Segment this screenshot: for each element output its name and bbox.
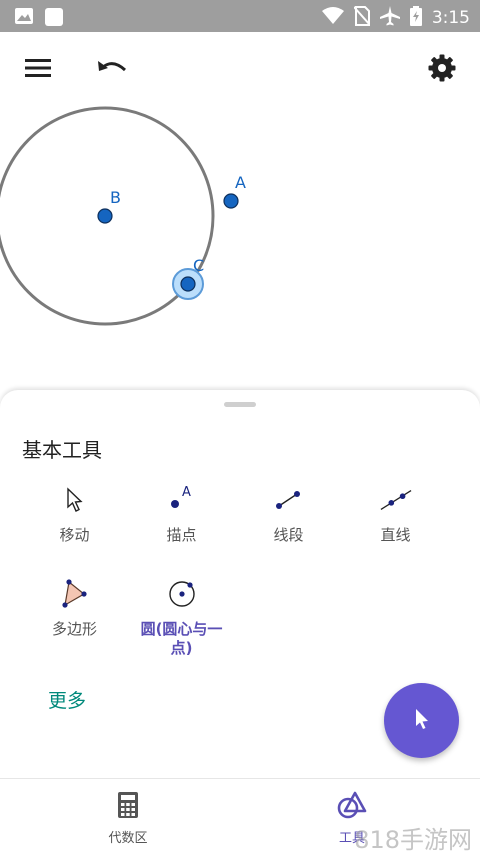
tool-move[interactable]: 移动 [21, 484, 128, 545]
undo-icon [97, 58, 127, 82]
square-icon [44, 7, 64, 31]
watermark: 818手游网 [354, 826, 472, 853]
point-c-label: C [193, 256, 204, 275]
move-mode-fab[interactable] [384, 683, 459, 758]
segment-icon [273, 484, 305, 516]
tool-segment[interactable]: 线段 [235, 484, 342, 545]
point-icon: A [166, 484, 198, 516]
status-time: 3:15 [431, 8, 470, 28]
airplane-icon [379, 6, 400, 30]
cursor-icon [412, 707, 432, 735]
nav-algebra-label: 代数区 [108, 831, 148, 846]
point-a[interactable] [223, 193, 239, 209]
tool-circle-label: 圆(圆心与一点) [140, 620, 223, 657]
nav-algebra[interactable]: 代数区 [68, 791, 188, 846]
wifi-icon [321, 7, 344, 29]
tool-circle-center-point[interactable]: 圆(圆心与一点) [128, 578, 235, 658]
point-b-label: B [110, 188, 121, 207]
move-arrow-icon [59, 484, 91, 516]
line-icon [380, 484, 412, 516]
point-a-label: A [235, 173, 246, 192]
graphics-canvas[interactable]: A B C [0, 95, 480, 395]
settings-button[interactable] [424, 52, 460, 88]
sheet-title: 基本工具 [22, 438, 102, 462]
shapes-icon [337, 791, 367, 823]
more-tools-link[interactable]: 更多 [48, 686, 86, 713]
menu-button[interactable] [20, 52, 56, 88]
polygon-icon [59, 578, 91, 610]
point-c[interactable] [180, 276, 196, 292]
tool-segment-label: 线段 [273, 526, 304, 544]
tool-move-label: 移动 [59, 526, 90, 544]
svg-text:A: A [182, 485, 191, 500]
point-b[interactable] [97, 208, 113, 224]
tool-line[interactable]: 直线 [342, 484, 449, 545]
gear-icon [428, 54, 456, 86]
tool-polygon[interactable]: 多边形 [21, 578, 128, 639]
tool-point-label: 描点 [166, 526, 197, 544]
calculator-icon [117, 791, 139, 823]
sheet-drag-handle[interactable] [224, 402, 256, 407]
circle-center-point-icon [166, 578, 198, 610]
battery-icon [409, 6, 422, 30]
no-sim-icon [353, 6, 371, 30]
tool-line-label: 直线 [380, 526, 411, 544]
undo-button[interactable] [94, 52, 130, 88]
image-icon [14, 7, 34, 31]
tool-point[interactable]: A 描点 [128, 484, 235, 545]
tool-polygon-label: 多边形 [51, 620, 97, 638]
status-bar: 3:15 [0, 0, 480, 32]
menu-icon [25, 58, 51, 82]
